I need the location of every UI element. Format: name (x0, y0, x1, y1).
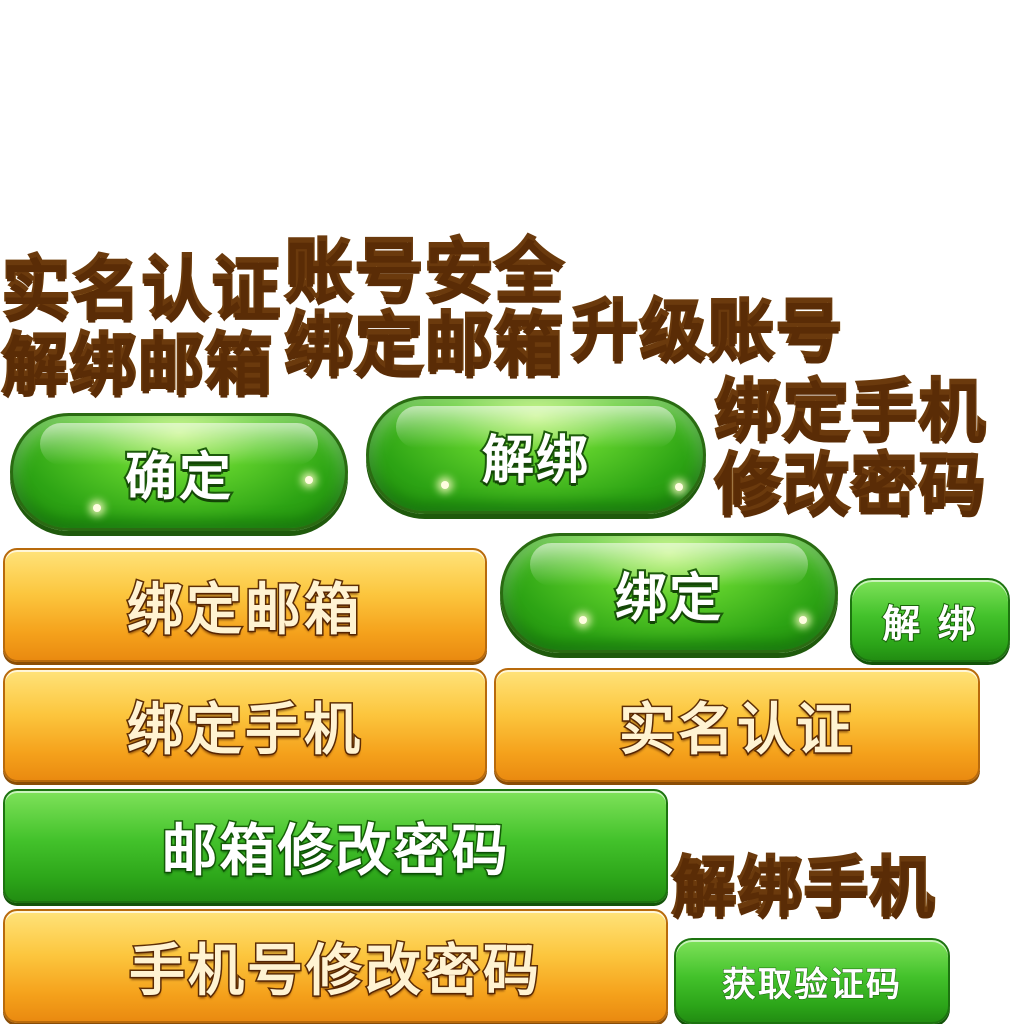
title-bind-email: 绑定邮箱 (283, 306, 566, 385)
bind-large-label: 绑定 (613, 567, 723, 631)
sparkle-icon (441, 481, 449, 489)
title-unbind-phone: 解绑手机 (671, 851, 936, 925)
title-upgrade-account: 升级账号 (571, 292, 844, 369)
title-real-name: 实名认证 (0, 250, 283, 329)
email-change-password-button[interactable]: 邮箱修改密码 (3, 789, 668, 903)
bind-email-button[interactable]: 绑定邮箱 (3, 548, 487, 662)
sparkle-icon (579, 616, 587, 624)
confirm-label: 确定 (123, 446, 233, 510)
real-name-button[interactable]: 实名认证 (494, 668, 980, 782)
unbind-button-large[interactable]: 解绑 (366, 396, 706, 514)
unbind-button-small[interactable]: 解 绑 (850, 578, 1010, 662)
bind-email-label: 绑定邮箱 (126, 576, 363, 644)
sparkle-icon (675, 483, 683, 491)
title-bind-phone: 绑定手机 (714, 372, 987, 449)
sparkle-icon (799, 616, 807, 624)
bind-phone-label: 绑定手机 (126, 696, 363, 764)
title-unbind-email: 解绑邮箱 (1, 326, 274, 403)
confirm-button[interactable]: 确定 (10, 413, 348, 531)
real-name-label: 实名认证 (618, 696, 855, 764)
unbind-large-label: 解绑 (480, 429, 590, 493)
phone-change-password-button[interactable]: 手机号修改密码 (3, 909, 668, 1023)
phone-change-password-label: 手机号修改密码 (128, 937, 542, 1005)
title-account-security: 账号安全 (283, 232, 566, 311)
bind-phone-button[interactable]: 绑定手机 (3, 668, 487, 782)
title-change-password: 修改密码 (714, 446, 987, 523)
get-code-label: 获取验证码 (722, 964, 902, 1005)
unbind-small-label: 解 绑 (881, 601, 978, 647)
sparkle-icon (305, 476, 313, 484)
bind-button-large[interactable]: 绑定 (500, 533, 838, 653)
email-change-password-label: 邮箱修改密码 (160, 817, 510, 885)
sparkle-icon (93, 504, 101, 512)
get-code-button[interactable]: 获取验证码 (674, 938, 950, 1024)
